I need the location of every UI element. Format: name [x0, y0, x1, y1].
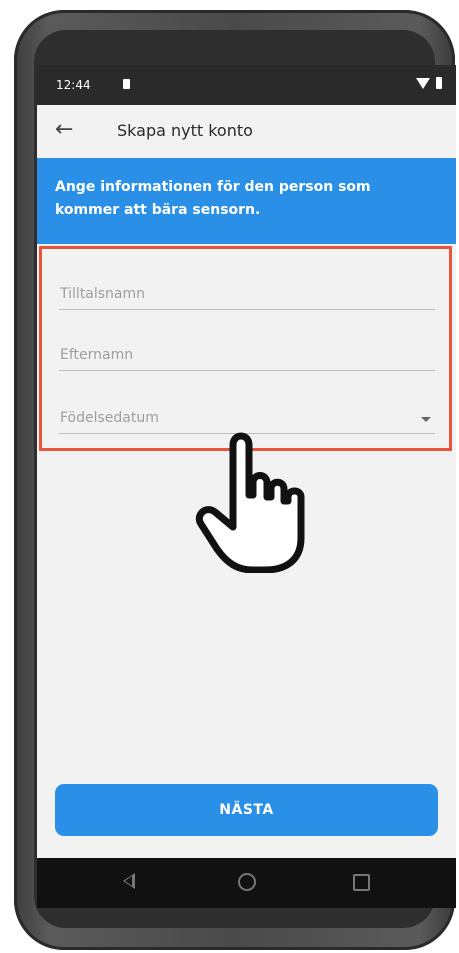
first-name-placeholder: Tilltalsnamn: [60, 286, 146, 302]
notification-icon: [123, 79, 130, 89]
last-name-field[interactable]: Efternamn: [59, 336, 435, 371]
nav-back-icon[interactable]: [123, 873, 135, 889]
last-name-placeholder: Efternamn: [60, 347, 134, 363]
info-banner: Ange informationen för den person som ko…: [37, 158, 456, 244]
birthdate-placeholder: Födelsedatum: [60, 410, 159, 426]
nav-recent-icon[interactable]: [353, 874, 370, 891]
pointing-hand-icon: [195, 432, 305, 573]
banner-text: Ange informationen för den person som ko…: [55, 179, 371, 218]
page-title: Skapa nytt konto: [117, 121, 253, 140]
battery-icon: [436, 77, 442, 89]
back-arrow-icon[interactable]: ←: [55, 117, 73, 143]
dropdown-arrow-icon[interactable]: [421, 417, 431, 422]
android-nav-bar: [37, 858, 456, 908]
status-time: 12:44: [56, 78, 91, 92]
status-icons: [416, 77, 442, 89]
nav-home-icon[interactable]: [238, 873, 256, 891]
app-bar: ← Skapa nytt konto: [37, 105, 456, 158]
wifi-icon: [416, 77, 430, 89]
status-bar: 12:44: [37, 65, 456, 105]
first-name-field[interactable]: Tilltalsnamn: [59, 275, 435, 310]
next-button[interactable]: NÄSTA: [55, 784, 438, 836]
